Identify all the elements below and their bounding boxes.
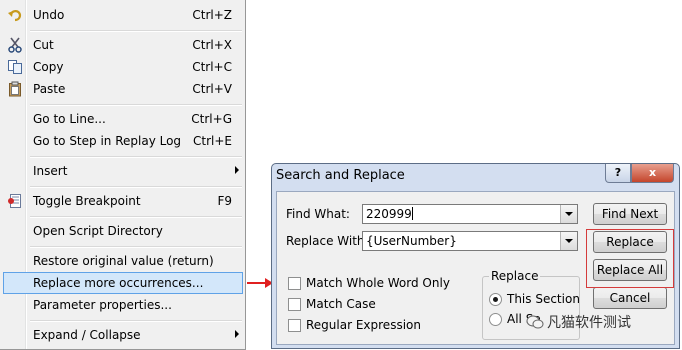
menu-item-label: Toggle Breakpoint bbox=[33, 194, 141, 208]
context-menu: Undo Ctrl+Z Cut Ctrl+X Copy Ctrl+C Paste… bbox=[0, 0, 246, 350]
submenu-arrow-icon bbox=[235, 166, 239, 174]
menu-item-toggle-breakpoint[interactable]: Toggle Breakpoint F9 bbox=[3, 190, 243, 212]
menu-item-shortcut: Ctrl+E bbox=[193, 134, 232, 148]
menu-item-go-to-line[interactable]: Go to Line... Ctrl+G bbox=[3, 108, 243, 130]
annotation-highlight-box bbox=[586, 229, 674, 288]
wechat-icon bbox=[526, 315, 544, 329]
close-button[interactable]: x bbox=[631, 164, 674, 183]
menu-item-label: Restore original value (return) bbox=[33, 254, 214, 268]
menu-separator bbox=[30, 320, 242, 322]
dialog-title: Search and Replace bbox=[276, 168, 405, 183]
checkbox-label: Regular Expression bbox=[306, 318, 421, 332]
menu-item-label: Replace more occurrences... bbox=[33, 276, 204, 290]
menu-item-label: Copy bbox=[33, 60, 64, 74]
find-next-button[interactable]: Find Next bbox=[593, 203, 667, 225]
annotation-arrow bbox=[247, 282, 267, 284]
watermark-text: 凡猫软件测试 bbox=[547, 315, 631, 331]
menu-item-shortcut: Ctrl+G bbox=[191, 112, 232, 126]
cancel-button[interactable]: Cancel bbox=[593, 287, 667, 309]
menu-item-label: Cut bbox=[33, 38, 54, 52]
menu-item-label: Go to Line... bbox=[33, 112, 106, 126]
menu-item-open-script-directory[interactable]: Open Script Directory bbox=[3, 220, 243, 242]
replace-with-combo[interactable]: {UserNumber} bbox=[362, 231, 578, 251]
checkbox-label: Match Whole Word Only bbox=[306, 276, 450, 290]
menu-item-restore-original-value[interactable]: Restore original value (return) bbox=[3, 250, 243, 272]
menu-item-shortcut: Ctrl+X bbox=[192, 38, 232, 52]
menu-separator bbox=[30, 30, 242, 32]
menu-item-label: Expand / Collapse bbox=[33, 328, 141, 342]
dropdown-arrow-icon[interactable] bbox=[560, 205, 577, 223]
find-what-label: Find What: bbox=[286, 207, 350, 221]
replace-with-label: Replace With: bbox=[286, 234, 369, 248]
menu-item-parameter-properties[interactable]: Parameter properties... bbox=[3, 294, 243, 316]
menu-item-shortcut: Ctrl+C bbox=[192, 60, 232, 74]
scissors-icon bbox=[8, 37, 22, 53]
menu-separator bbox=[30, 246, 242, 248]
menu-item-shortcut: Ctrl+Z bbox=[192, 8, 232, 22]
menu-item-paste[interactable]: Paste Ctrl+V bbox=[3, 78, 243, 100]
replace-with-value: {UserNumber} bbox=[366, 234, 457, 248]
undo-icon bbox=[8, 10, 22, 22]
menu-item-label: Undo bbox=[33, 8, 65, 22]
menu-separator bbox=[30, 186, 242, 188]
dropdown-arrow-icon[interactable] bbox=[560, 232, 577, 250]
menu-item-label: Insert bbox=[33, 164, 68, 178]
menu-separator bbox=[30, 104, 242, 106]
menu-item-expand-collapse[interactable]: Expand / Collapse bbox=[3, 324, 243, 346]
menu-separator bbox=[30, 156, 242, 158]
radio-label: This Section bbox=[507, 292, 580, 306]
text-caret bbox=[411, 207, 413, 220]
menu-item-insert[interactable]: Insert bbox=[3, 160, 243, 182]
menu-item-shortcut: Ctrl+V bbox=[192, 82, 232, 96]
paste-icon bbox=[9, 81, 21, 97]
menu-separator bbox=[30, 216, 242, 218]
menu-item-label: Parameter properties... bbox=[33, 298, 172, 312]
find-what-combo[interactable]: 220999 bbox=[362, 204, 578, 224]
menu-item-copy[interactable]: Copy Ctrl+C bbox=[3, 56, 243, 78]
breakpoint-icon bbox=[8, 194, 21, 208]
menu-item-replace-more-occurrences[interactable]: Replace more occurrences... bbox=[3, 272, 243, 294]
menu-item-go-to-step[interactable]: Go to Step in Replay Log Ctrl+E bbox=[3, 130, 243, 152]
checkbox-label: Match Case bbox=[306, 297, 376, 311]
menu-item-undo[interactable]: Undo Ctrl+Z bbox=[3, 4, 243, 26]
menu-item-cut[interactable]: Cut Ctrl+X bbox=[3, 34, 243, 56]
menu-item-label: Open Script Directory bbox=[33, 224, 163, 238]
find-what-value: 220999 bbox=[366, 207, 412, 221]
group-title: Replace bbox=[489, 269, 541, 283]
menu-item-shortcut: F9 bbox=[217, 194, 232, 208]
menu-item-label: Paste bbox=[33, 82, 66, 96]
watermark: 凡猫软件测试 bbox=[526, 312, 631, 332]
submenu-arrow-icon bbox=[235, 330, 239, 338]
copy-icon bbox=[8, 60, 22, 74]
help-button[interactable]: ? bbox=[605, 164, 631, 183]
menu-item-label: Go to Step in Replay Log bbox=[33, 134, 182, 148]
